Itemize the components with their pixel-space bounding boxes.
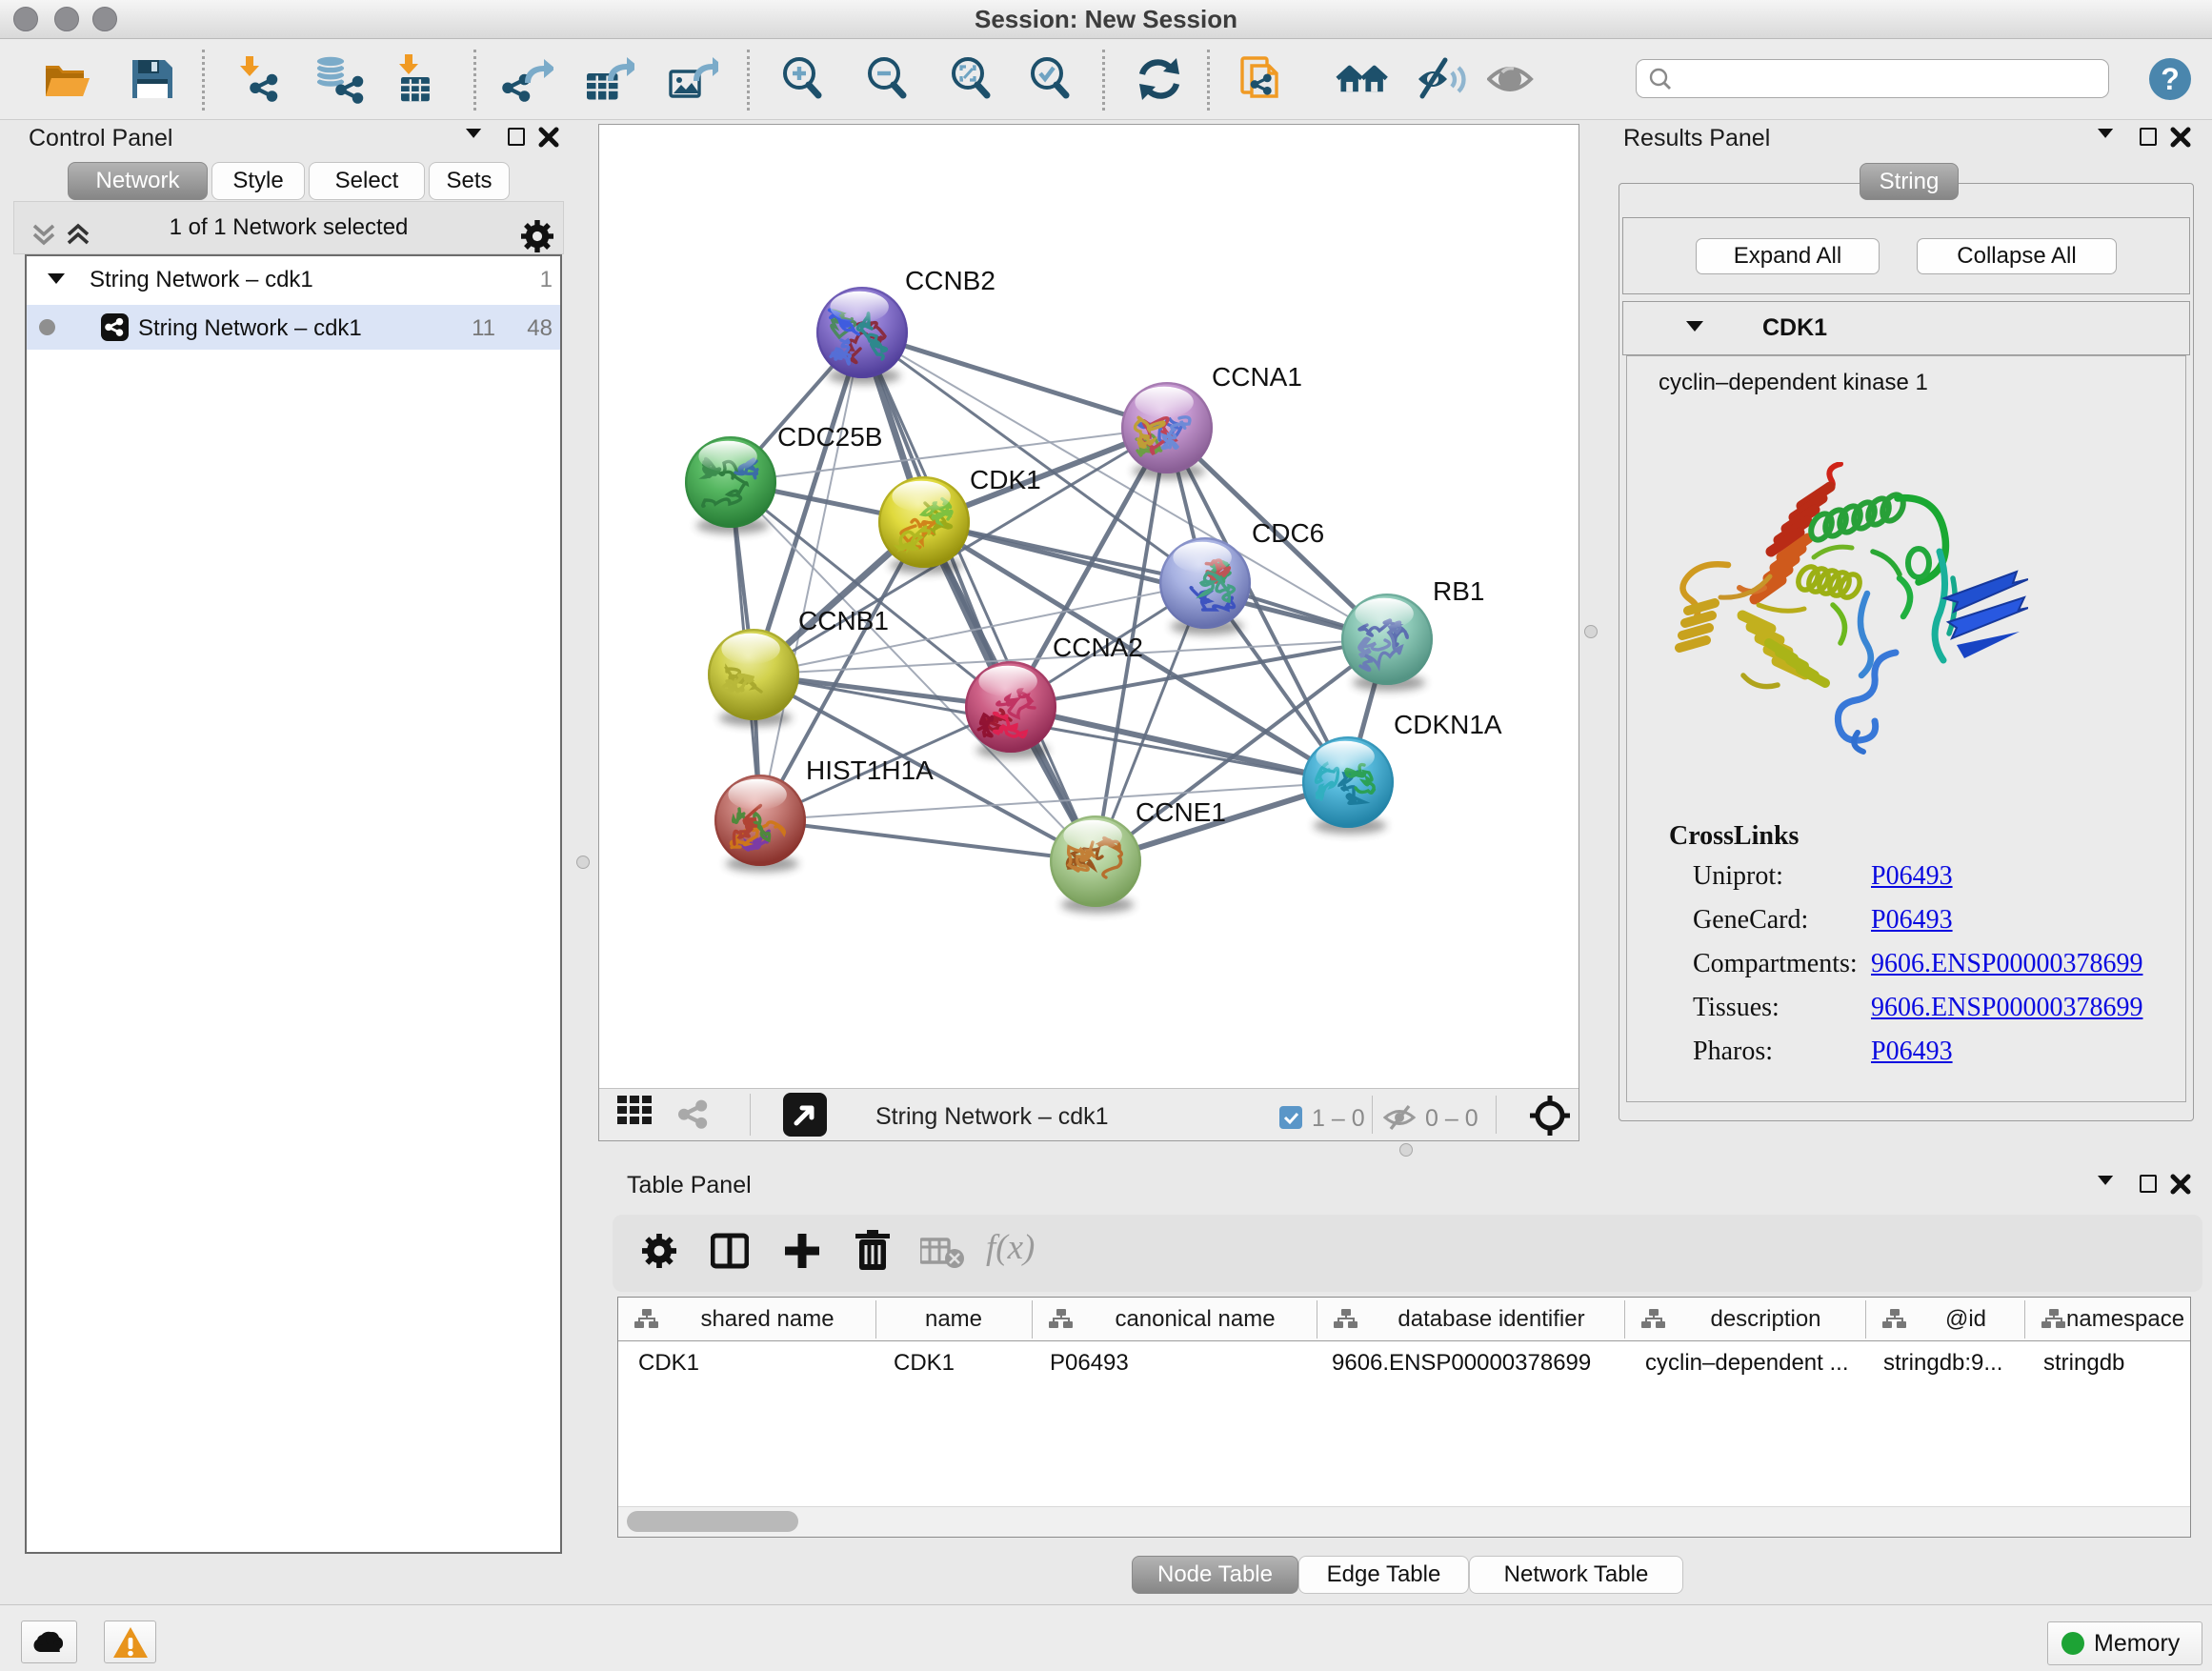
svg-text:CCNB2: CCNB2 [905,266,995,295]
svg-text:CDK1: CDK1 [970,465,1041,494]
svg-text:CCNA2: CCNA2 [1053,633,1143,662]
svg-text:CCNB1: CCNB1 [798,606,889,635]
svg-text:CDC6: CDC6 [1252,518,1324,548]
svg-text:CCNA1: CCNA1 [1212,362,1302,392]
svg-text:RB1: RB1 [1433,576,1484,606]
svg-text:CCNE1: CCNE1 [1136,797,1226,827]
svg-text:CDC25B: CDC25B [777,422,882,452]
svg-text:CDKN1A: CDKN1A [1394,710,1502,739]
svg-text:HIST1H1A: HIST1H1A [806,755,934,785]
